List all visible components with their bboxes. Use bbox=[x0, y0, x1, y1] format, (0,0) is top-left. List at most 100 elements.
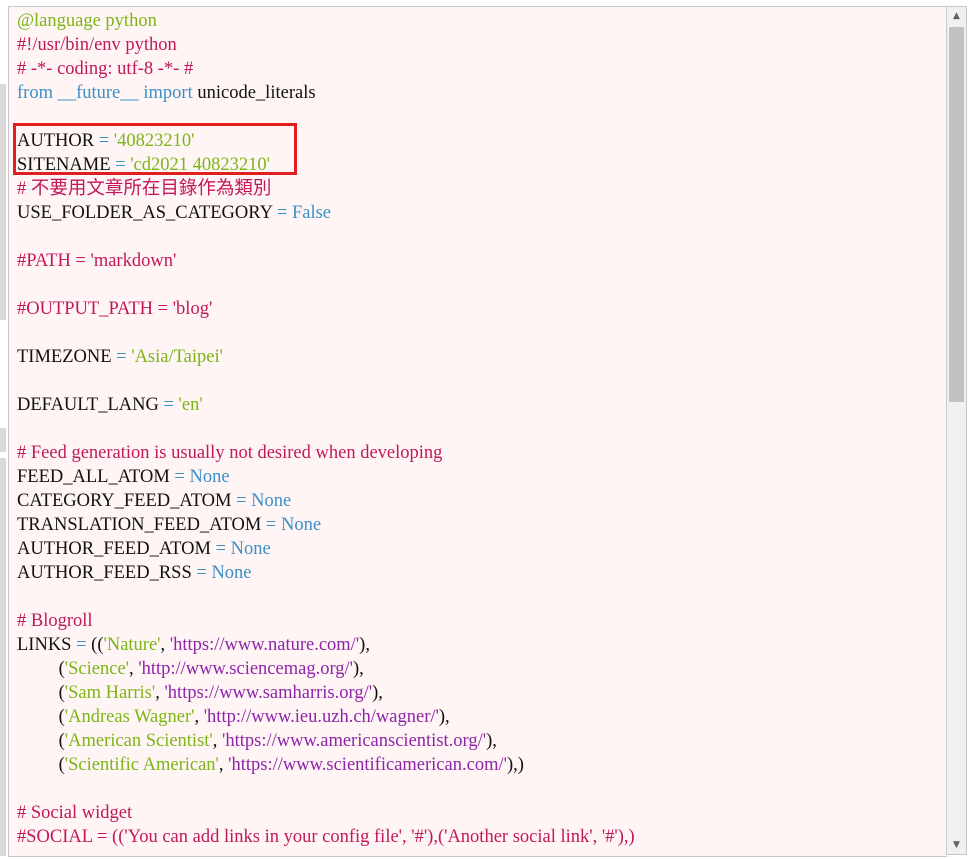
code-token: , bbox=[129, 659, 139, 679]
code-token: None bbox=[280, 515, 322, 535]
code-token: = bbox=[261, 515, 281, 535]
code-line[interactable]: AUTHOR_FEED_RSS = None bbox=[17, 561, 635, 585]
code-token: ),) bbox=[506, 755, 524, 775]
code-token: 'en' bbox=[178, 395, 203, 415]
code-token: #!/usr/bin/env python bbox=[17, 35, 177, 55]
code-token: 'Science' bbox=[64, 659, 129, 679]
code-token: = bbox=[231, 491, 252, 511]
code-token: # Blogroll bbox=[17, 611, 93, 631]
code-token: 'http://www.sciencemag.org/' bbox=[138, 659, 353, 679]
gutter-fold-marker[interactable] bbox=[0, 84, 6, 320]
code-token: None bbox=[211, 563, 252, 583]
code-token: 'Scientific American' bbox=[64, 755, 219, 775]
code-token: None bbox=[251, 491, 292, 511]
scroll-thumb[interactable] bbox=[949, 27, 964, 402]
code-line[interactable]: TRANSLATION_FEED_ATOM = None bbox=[17, 513, 635, 537]
code-editor[interactable]: @language python #!/usr/bin/env python # -… bbox=[8, 6, 947, 857]
code-token: ( bbox=[17, 707, 65, 727]
code-line[interactable]: #PATH = 'markdown' bbox=[17, 249, 635, 273]
code-token: False bbox=[291, 203, 332, 223]
gutter-fold-marker[interactable] bbox=[0, 428, 6, 452]
code-line[interactable]: @language python bbox=[17, 9, 635, 33]
code-token: 'Andreas Wagner' bbox=[64, 707, 195, 727]
code-token: LINKS bbox=[17, 635, 72, 655]
code-token: 'https://www.americanscientist.org/' bbox=[222, 731, 487, 751]
code-token: 'https://www.scientificamerican.com/' bbox=[228, 755, 507, 775]
code-line[interactable]: DEFAULT_LANG = 'en' bbox=[17, 393, 635, 417]
code-token: # Feed generation is usually not desired… bbox=[17, 443, 443, 463]
code-line[interactable]: ('Scientific American', 'https://www.sci… bbox=[17, 753, 635, 777]
code-token: ), bbox=[353, 659, 364, 679]
code-line[interactable]: CATEGORY_FEED_ATOM = None bbox=[17, 489, 635, 513]
code-token: unicode_literals bbox=[192, 83, 316, 103]
code-token: ), bbox=[372, 683, 383, 703]
code-line[interactable]: # 不要用文章所在目錄作為類別 bbox=[17, 177, 635, 201]
code-token: # -*- coding: utf-8 -*- # bbox=[17, 59, 194, 79]
code-line[interactable]: #OUTPUT_PATH = 'blog' bbox=[17, 297, 635, 321]
code-token: = bbox=[272, 203, 292, 223]
code-line[interactable] bbox=[17, 777, 635, 801]
code-line[interactable]: FEED_ALL_ATOM = None bbox=[17, 465, 635, 489]
code-token: ), bbox=[438, 707, 450, 727]
left-gutter bbox=[0, 0, 8, 859]
code-token: ), bbox=[486, 731, 497, 751]
code-token: 'Sam Harris' bbox=[64, 683, 156, 703]
code-line[interactable]: TIMEZONE = 'Asia/Taipei' bbox=[17, 345, 635, 369]
code-token: , bbox=[212, 731, 222, 751]
code-token: ( bbox=[17, 755, 65, 775]
code-token: # 不要用文章所在目錄作為類別 bbox=[17, 179, 272, 199]
code-token: #SOCIAL = (('You can add links in your c… bbox=[17, 827, 635, 847]
code-token: 'Nature' bbox=[103, 635, 161, 655]
code-token: = bbox=[169, 467, 190, 487]
scroll-up-arrow-icon[interactable]: ▲ bbox=[947, 7, 966, 25]
code-line[interactable]: # -*- coding: utf-8 -*- # bbox=[17, 57, 635, 81]
code-line[interactable] bbox=[17, 417, 635, 441]
code-token: from bbox=[17, 83, 53, 103]
gutter-fold-marker[interactable] bbox=[0, 458, 6, 856]
code-token: ( bbox=[17, 731, 65, 751]
code-token: TIMEZONE bbox=[17, 347, 112, 367]
code-token: # Social widget bbox=[17, 803, 133, 823]
code-token: AUTHOR_FEED_RSS bbox=[17, 563, 192, 583]
code-line[interactable]: ('Sam Harris', 'https://www.samharris.or… bbox=[17, 681, 635, 705]
code-token: 'https://www.nature.com/' bbox=[169, 635, 360, 655]
vertical-scrollbar[interactable]: ▲ ▼ bbox=[946, 6, 967, 855]
code-line[interactable]: AUTHOR_FEED_ATOM = None bbox=[17, 537, 635, 561]
code-line[interactable]: #!/usr/bin/env python bbox=[17, 33, 635, 57]
code-line[interactable] bbox=[17, 225, 635, 249]
code-line[interactable]: from __future__ import unicode_literals bbox=[17, 81, 635, 105]
code-token: #OUTPUT_PATH = 'blog' bbox=[17, 299, 213, 319]
code-line[interactable]: # Blogroll bbox=[17, 609, 635, 633]
code-line[interactable]: # Feed generation is usually not desired… bbox=[17, 441, 635, 465]
code-token: CATEGORY_FEED_ATOM bbox=[17, 491, 232, 511]
code-token: TRANSLATION_FEED_ATOM bbox=[17, 515, 262, 535]
code-line[interactable] bbox=[17, 369, 635, 393]
code-token: , bbox=[194, 707, 204, 727]
code-token: @language python bbox=[17, 11, 157, 31]
code-line[interactable]: USE_FOLDER_AS_CATEGORY = False bbox=[17, 201, 635, 225]
code-line[interactable] bbox=[17, 321, 635, 345]
code-token: = bbox=[111, 347, 132, 367]
code-token: import bbox=[143, 83, 193, 103]
code-line[interactable] bbox=[17, 585, 635, 609]
code-token: , bbox=[160, 635, 170, 655]
code-token: DEFAULT_LANG bbox=[17, 395, 159, 415]
code-line[interactable]: #SOCIAL = (('You can add links in your c… bbox=[17, 825, 635, 849]
code-line[interactable]: ('American Scientist', 'https://www.amer… bbox=[17, 729, 635, 753]
code-token: ( bbox=[17, 683, 65, 703]
code-line[interactable]: LINKS = (('Nature', 'https://www.nature.… bbox=[17, 633, 635, 657]
code-token: = bbox=[71, 635, 92, 655]
code-token: = bbox=[191, 563, 212, 583]
code-token: USE_FOLDER_AS_CATEGORY bbox=[17, 203, 273, 223]
scroll-down-arrow-icon[interactable]: ▼ bbox=[947, 836, 966, 854]
code-token: = bbox=[158, 395, 179, 415]
code-token: None bbox=[230, 539, 271, 559]
code-token: ( bbox=[17, 659, 65, 679]
code-token: 'http://www.ieu.uzh.ch/wagner/' bbox=[203, 707, 439, 727]
code-line[interactable] bbox=[17, 273, 635, 297]
code-token: (( bbox=[91, 635, 104, 655]
code-token: 'Asia/Taipei' bbox=[131, 347, 223, 367]
code-line[interactable]: ('Andreas Wagner', 'http://www.ieu.uzh.c… bbox=[17, 705, 635, 729]
code-line[interactable]: # Social widget bbox=[17, 801, 635, 825]
code-line[interactable]: ('Science', 'http://www.sciencemag.org/'… bbox=[17, 657, 635, 681]
